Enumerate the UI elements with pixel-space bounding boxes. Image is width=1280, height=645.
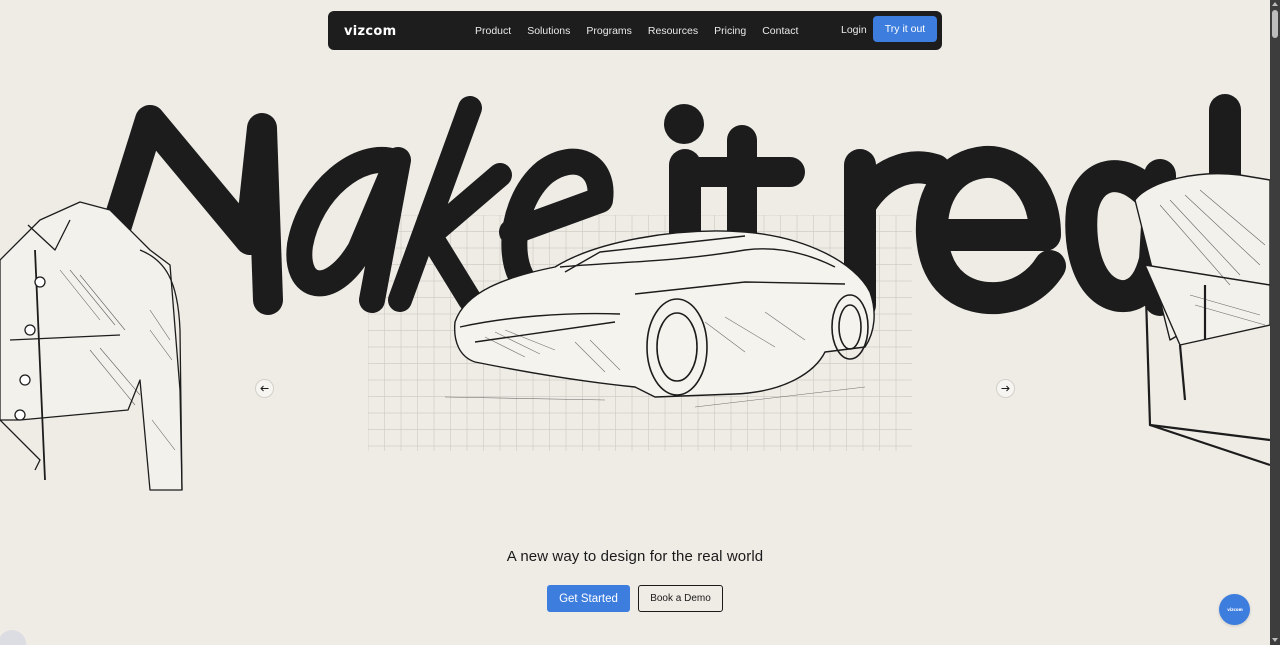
hero-tagline: A new way to design for the real world xyxy=(506,548,764,565)
carousel-prev-button[interactable] xyxy=(255,379,274,398)
chair-sketch xyxy=(1134,173,1270,467)
nav-link-resources[interactable]: Resources xyxy=(648,25,698,37)
try-it-out-button[interactable]: Try it out xyxy=(873,16,937,42)
nav-link-contact[interactable]: Contact xyxy=(762,25,798,37)
scroll-thumb[interactable] xyxy=(1272,10,1278,38)
nav-link-product[interactable]: Product xyxy=(475,25,511,37)
headline-letter-e2 xyxy=(915,145,1066,315)
svg-text:vizcom: vizcom xyxy=(1227,607,1243,612)
scroll-up-arrow-icon[interactable] xyxy=(1272,2,1278,6)
carousel-next-button[interactable] xyxy=(996,379,1015,398)
viewport: vizcom Product Solutions Programs Resour… xyxy=(0,0,1270,645)
headline-letter-a xyxy=(286,147,411,313)
get-started-button[interactable]: Get Started xyxy=(547,585,630,612)
nav-links: Product Solutions Programs Resources Pri… xyxy=(475,11,814,50)
login-link[interactable]: Login xyxy=(841,24,867,36)
page-scrollbar[interactable] xyxy=(1270,0,1280,645)
jacket-sketch xyxy=(0,201,183,491)
nav-link-pricing[interactable]: Pricing xyxy=(714,25,746,37)
vizcom-logo-icon: vizcom xyxy=(1227,607,1243,612)
book-demo-button[interactable]: Book a Demo xyxy=(638,585,723,612)
car-sketch xyxy=(445,230,875,408)
top-navbar: vizcom Product Solutions Programs Resour… xyxy=(328,11,942,50)
nav-link-programs[interactable]: Programs xyxy=(586,25,632,37)
arrow-left-icon xyxy=(260,385,269,392)
chat-widget-button[interactable]: vizcom xyxy=(1219,594,1250,625)
headline-letter-i-dot xyxy=(664,104,704,144)
arrow-right-icon xyxy=(1001,385,1010,392)
vizcom-logo[interactable]: vizcom xyxy=(344,24,396,39)
nav-link-solutions[interactable]: Solutions xyxy=(527,25,570,37)
page: vizcom Product Solutions Programs Resour… xyxy=(0,0,1280,645)
scroll-down-arrow-icon[interactable] xyxy=(1272,638,1278,642)
corner-widget[interactable] xyxy=(0,630,26,645)
